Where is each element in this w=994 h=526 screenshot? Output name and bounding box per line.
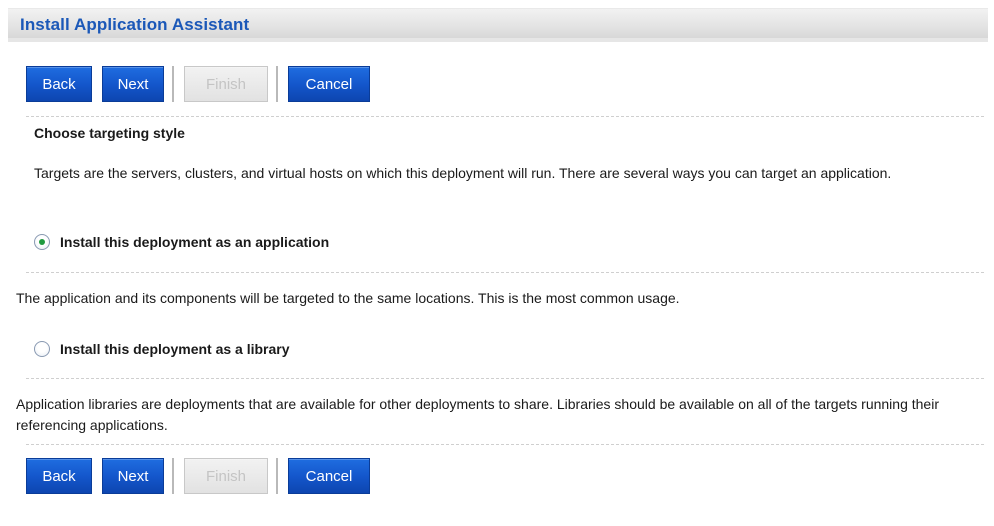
- divider: [26, 444, 984, 445]
- option-library-description: Application libraries are deployments th…: [16, 396, 939, 433]
- section-heading: Choose targeting style: [34, 125, 185, 141]
- button-separator: [276, 458, 278, 494]
- top-button-bar: Back Next Finish Cancel: [26, 64, 380, 104]
- radio-selected-dot: [39, 239, 45, 245]
- section-intro: Targets are the servers, clusters, and v…: [34, 165, 892, 181]
- divider: [26, 378, 984, 379]
- option-application[interactable]: Install this deployment as an applicatio…: [34, 234, 329, 250]
- next-button[interactable]: Next: [102, 66, 164, 102]
- button-separator: [276, 66, 278, 102]
- divider: [26, 272, 984, 273]
- divider: [26, 116, 984, 117]
- next-button[interactable]: Next: [102, 458, 164, 494]
- option-application-label[interactable]: Install this deployment as an applicatio…: [60, 234, 329, 250]
- radio-library[interactable]: [34, 341, 50, 357]
- back-button[interactable]: Back: [26, 66, 92, 102]
- finish-button: Finish: [184, 66, 268, 102]
- radio-application[interactable]: [34, 234, 50, 250]
- finish-button: Finish: [184, 458, 268, 494]
- bottom-button-bar: Back Next Finish Cancel: [26, 456, 380, 496]
- option-library-label[interactable]: Install this deployment as a library: [60, 341, 290, 357]
- button-separator: [172, 66, 174, 102]
- option-library[interactable]: Install this deployment as a library: [34, 341, 290, 357]
- page-title: Install Application Assistant: [20, 15, 250, 34]
- back-button[interactable]: Back: [26, 458, 92, 494]
- button-separator: [172, 458, 174, 494]
- option-application-description: The application and its components will …: [16, 290, 680, 306]
- cancel-button[interactable]: Cancel: [288, 66, 370, 102]
- assistant-title-bar: Install Application Assistant: [8, 8, 988, 42]
- cancel-button[interactable]: Cancel: [288, 458, 370, 494]
- title-underline: [8, 38, 988, 42]
